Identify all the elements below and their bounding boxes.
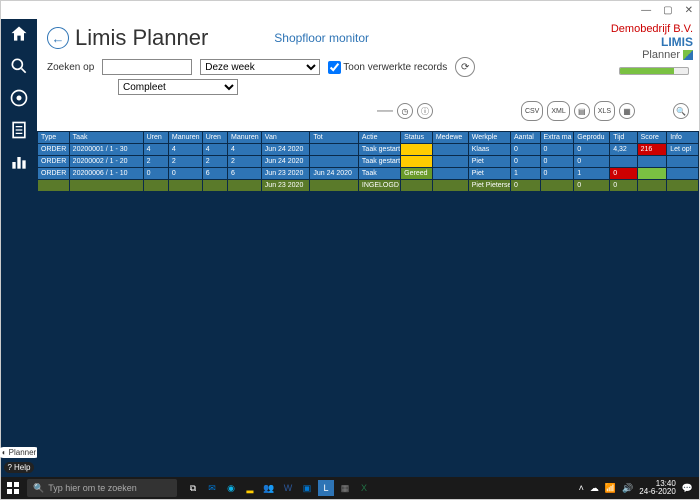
- col-taak[interactable]: Taak: [69, 132, 143, 144]
- col-actie[interactable]: Actie: [358, 132, 400, 144]
- col-uren[interactable]: Uren: [143, 132, 168, 144]
- window-titlebar: — ▢ ✕: [1, 1, 699, 19]
- xls-button[interactable]: XLS: [594, 101, 615, 121]
- col-type[interactable]: Type: [38, 132, 70, 144]
- outlook-icon[interactable]: ✉: [204, 480, 220, 496]
- header: ← Limis Planner Shopfloor monitor Demobe…: [37, 19, 699, 131]
- excel-icon[interactable]: X: [356, 480, 372, 496]
- col-manuren[interactable]: Manuren: [168, 132, 202, 144]
- col-geprodu[interactable]: Geprodu: [574, 132, 610, 144]
- table-row[interactable]: ORDER20200002 / 1 - 202222Jun 24 2020Taa…: [38, 156, 699, 168]
- disc-icon[interactable]: [8, 87, 30, 109]
- col-uren[interactable]: Uren: [202, 132, 227, 144]
- col-info[interactable]: Info: [667, 132, 699, 144]
- app-title: Limis Planner: [75, 25, 208, 51]
- csv-button[interactable]: CSV: [521, 101, 543, 121]
- planner-pill[interactable]: ◐ Planner: [0, 447, 40, 458]
- start-button[interactable]: [1, 477, 25, 499]
- search-input[interactable]: [102, 59, 192, 75]
- table-header-row: TypeTaakUrenManurenUrenManurenVanTotActi…: [38, 132, 699, 144]
- col-tijd[interactable]: Tijd: [610, 132, 637, 144]
- search-button[interactable]: 🔍: [673, 103, 689, 119]
- tray-cloud-icon[interactable]: ☁: [590, 483, 599, 494]
- table-row[interactable]: ORDER20200001 / 1 - 304444Jun 24 2020Taa…: [38, 144, 699, 156]
- dash-icon: —: [377, 102, 393, 120]
- taskbar-search[interactable]: 🔍 Typ hier om te zoeken: [27, 479, 177, 497]
- app-icon-1[interactable]: ▦: [337, 480, 353, 496]
- col-score[interactable]: Score: [637, 132, 667, 144]
- window-close[interactable]: ✕: [685, 5, 693, 16]
- mail-icon[interactable]: ▣: [299, 480, 315, 496]
- chart-icon[interactable]: [8, 151, 30, 173]
- word-icon[interactable]: W: [280, 480, 296, 496]
- brand: Demobedrijf B.V. LIMIS Planner: [611, 23, 693, 61]
- home-icon[interactable]: [8, 23, 30, 45]
- search-label: Zoeken op: [47, 62, 94, 73]
- progress-bar: [619, 67, 689, 75]
- help-pill[interactable]: ? Help: [4, 462, 35, 473]
- col-aantal[interactable]: Aantal: [510, 132, 540, 144]
- teams-icon[interactable]: 👥: [261, 480, 277, 496]
- col-tot[interactable]: Tot: [310, 132, 359, 144]
- col-medewe[interactable]: Medewe: [432, 132, 468, 144]
- task-view-icon[interactable]: ⧉: [185, 480, 201, 496]
- limis-icon[interactable]: L: [318, 480, 334, 496]
- tray-chevron-icon[interactable]: ˄: [579, 483, 584, 493]
- col-werkple[interactable]: Werkple: [468, 132, 510, 144]
- doc-button[interactable]: ▦: [619, 103, 635, 119]
- status-select[interactable]: Compleet: [118, 79, 238, 95]
- search-icon[interactable]: [8, 55, 30, 77]
- table-row[interactable]: ORDER20200006 / 1 - 100066Jun 23 2020Jun…: [38, 168, 699, 180]
- notification-icon[interactable]: 💬: [682, 483, 693, 494]
- table-row[interactable]: Jun 23 2020INGELOGDPiet Pieterse000: [38, 180, 699, 192]
- info-button[interactable]: ⓘ: [417, 103, 433, 119]
- col-manuren[interactable]: Manuren: [228, 132, 262, 144]
- monitor-label: Shopfloor monitor: [274, 31, 369, 45]
- period-select[interactable]: Deze week: [200, 59, 320, 75]
- show-processed-checkbox[interactable]: Toon verwerkte records: [328, 61, 447, 74]
- taskbar: 🔍 Typ hier om te zoeken ⧉ ✉ ◉ ▂ 👥 W ▣ L …: [1, 477, 699, 499]
- back-button[interactable]: ←: [47, 27, 69, 49]
- tray-wifi-icon[interactable]: 📶: [605, 483, 616, 494]
- col-status[interactable]: Status: [401, 132, 433, 144]
- explorer-icon[interactable]: ▂: [242, 480, 258, 496]
- col-extra ma[interactable]: Extra ma: [540, 132, 574, 144]
- data-grid[interactable]: TypeTaakUrenManurenUrenManurenVanTotActi…: [37, 131, 699, 477]
- refresh-button[interactable]: ⟳: [455, 57, 475, 77]
- document-icon[interactable]: [8, 119, 30, 141]
- edge-icon[interactable]: ◉: [223, 480, 239, 496]
- logo-square-icon: [683, 50, 693, 60]
- window-maximize[interactable]: ▢: [663, 5, 672, 16]
- xml-button[interactable]: XML: [547, 101, 569, 121]
- clock-button[interactable]: ◷: [397, 103, 413, 119]
- col-van[interactable]: Van: [261, 132, 310, 144]
- sidebar: ◐ Planner ? Help: [1, 19, 37, 477]
- file-button[interactable]: ▤: [574, 103, 590, 119]
- tray-sound-icon[interactable]: 🔊: [622, 483, 633, 494]
- window-minimize[interactable]: —: [641, 5, 651, 16]
- clock[interactable]: 13:4024-6-2020: [639, 480, 675, 496]
